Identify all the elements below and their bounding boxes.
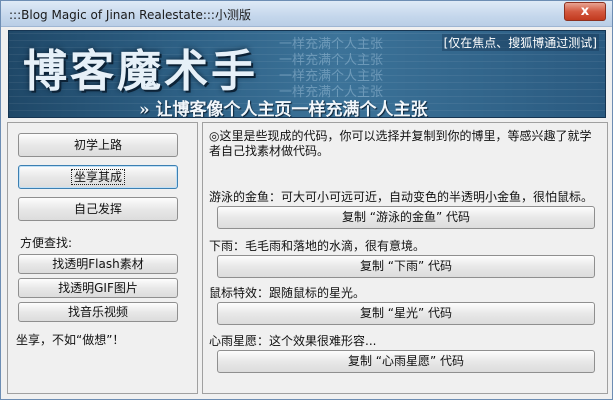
reap-button[interactable]: 坐享其成 bbox=[18, 165, 178, 189]
effect-description: 游泳的金鱼：可大可小可远可近，自动变色的半透明小金鱼，很怕鼠标。 bbox=[209, 190, 594, 204]
search-label: 方便查找: bbox=[20, 236, 73, 250]
banner-slogan: » 让博客像个人主页一样充满个人主张 bbox=[139, 100, 428, 118]
reap-button-label: 坐享其成 bbox=[70, 169, 126, 185]
find-flash-button[interactable]: 找透明Flash素材 bbox=[18, 254, 178, 274]
find-music-button[interactable]: 找音乐视频 bbox=[18, 302, 178, 322]
beginner-button[interactable]: 初学上路 bbox=[18, 133, 178, 157]
banner-bg-line: 一样充满个人主张 bbox=[279, 69, 384, 84]
copy-starlight-button[interactable]: 复制 “星光” 代码 bbox=[217, 302, 595, 325]
copy-rain-button[interactable]: 复制 “下雨” 代码 bbox=[217, 255, 595, 278]
banner-title: 博客魔术手 bbox=[23, 46, 258, 97]
find-music-label: 找音乐视频 bbox=[67, 305, 128, 319]
find-gif-button[interactable]: 找透明GIF图片 bbox=[18, 278, 178, 298]
copy-goldfish-label: 复制 “游泳的金鱼” 代码 bbox=[341, 210, 471, 224]
banner-bg-line: 一样充满个人主张 bbox=[279, 53, 384, 68]
find-flash-label: 找透明Flash素材 bbox=[52, 257, 144, 271]
banner-background-text: 一样充满个人主张 一样充满个人主张 一样充满个人主张 一样充满个人主张 bbox=[279, 37, 383, 101]
copy-wish-label: 复制 “心雨星愿” 代码 bbox=[347, 354, 465, 368]
effect-description: 下雨：毛毛雨和落地的水滴，很有意境。 bbox=[209, 239, 426, 253]
app-window: :::Blog Magic of Jinan Realestate:::小测版 … bbox=[0, 0, 613, 400]
footer-text: 坐享，不如“做想”！ bbox=[16, 333, 125, 347]
copy-starlight-label: 复制 “星光” 代码 bbox=[359, 306, 453, 320]
copy-wish-button[interactable]: 复制 “心雨星愿” 代码 bbox=[217, 350, 595, 373]
right-content-panel: ◎这里是些现成的代码，你可以选择并复制到你的博里，等感兴趣了就学者自己找素材做代… bbox=[202, 122, 608, 394]
left-nav-panel: 初学上路 坐享其成 自己发挥 方便查找: 找透明Flash素材 找透明GIF图片… bbox=[7, 122, 198, 394]
effect-description: 鼠标特效：跟随鼠标的星光。 bbox=[209, 286, 366, 300]
header-banner: 一样充满个人主张 一样充满个人主张 一样充满个人主张 一样充满个人主张 博客魔术… bbox=[8, 30, 606, 118]
title-bar[interactable]: :::Blog Magic of Jinan Realestate:::小测版 … bbox=[1, 1, 612, 27]
beginner-button-label: 初学上路 bbox=[73, 138, 122, 152]
effect-description: 心雨星愿：这个效果很难形容... bbox=[209, 334, 377, 348]
window-title: :::Blog Magic of Jinan Realestate:::小测版 bbox=[9, 8, 251, 22]
copy-rain-label: 复制 “下雨” 代码 bbox=[359, 259, 453, 273]
banner-notice: [仅在焦点、搜狐博通过测试] bbox=[441, 34, 599, 51]
create-button[interactable]: 自己发挥 bbox=[18, 197, 178, 221]
intro-text: ◎这里是些现成的代码，你可以选择并复制到你的博里，等感兴趣了就学者自己找素材做代… bbox=[209, 129, 592, 158]
find-gif-label: 找透明GIF图片 bbox=[58, 281, 138, 295]
create-button-label: 自己发挥 bbox=[73, 202, 122, 216]
close-button[interactable]: x bbox=[564, 2, 606, 21]
banner-bg-line: 一样充满个人主张 bbox=[279, 37, 384, 52]
copy-goldfish-button[interactable]: 复制 “游泳的金鱼” 代码 bbox=[217, 206, 595, 229]
